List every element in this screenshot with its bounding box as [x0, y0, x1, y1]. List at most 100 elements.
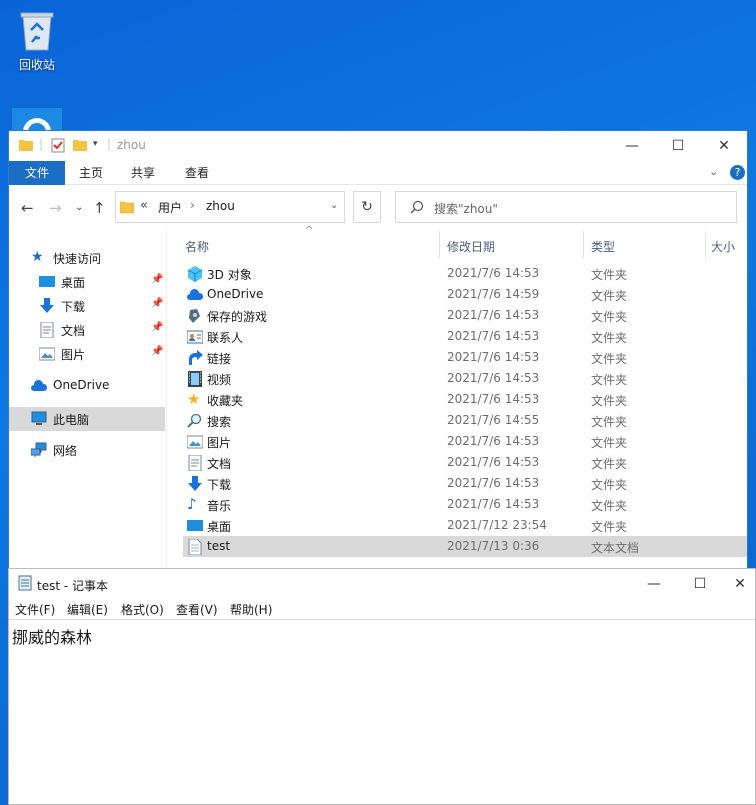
sidebar-item-network[interactable]: 网络	[9, 439, 165, 461]
file-date: 2021/7/6 14:53	[447, 497, 540, 511]
file-type: 文件夹	[591, 310, 628, 324]
file-type: 文件夹	[591, 478, 628, 492]
file-row[interactable]: 视频 2021/7/6 14:53 文件夹	[183, 368, 747, 389]
file-row[interactable]: 联系人 2021/7/6 14:53 文件夹	[183, 326, 747, 347]
file-name: 收藏夹	[207, 394, 244, 408]
sidebar-item-label: 文档	[61, 324, 86, 338]
sidebar-item-desktop[interactable]: 桌面 📌	[9, 271, 165, 293]
download-icon	[188, 476, 202, 491]
file-row[interactable]: 图片 2021/7/6 14:53 文件夹	[183, 431, 747, 452]
menu-file[interactable]: 文件(F)	[15, 601, 55, 618]
file-type: 文件夹	[591, 520, 628, 534]
file-row[interactable]: 下载 2021/7/6 14:53 文件夹	[183, 473, 747, 494]
file-date: 2021/7/6 14:53	[447, 266, 540, 280]
saved-games-icon	[189, 309, 200, 323]
tab-home[interactable]: 主页	[69, 161, 113, 185]
desktop-icon	[39, 276, 55, 287]
file-row[interactable]: 搜索 2021/7/6 14:55 文件夹	[183, 410, 747, 431]
download-icon	[40, 298, 54, 313]
address-overflow-chevron[interactable]: «	[140, 198, 148, 213]
file-date: 2021/7/6 14:53	[447, 476, 540, 490]
search-icon	[410, 200, 424, 214]
column-divider[interactable]	[439, 231, 440, 259]
file-row[interactable]: ★ 收藏夹 2021/7/6 14:53 文件夹	[183, 389, 747, 410]
menu-format[interactable]: 格式(O)	[121, 601, 164, 618]
expand-ribbon-icon[interactable]: ⌄	[709, 165, 718, 178]
column-header-size[interactable]: 大小	[711, 231, 747, 259]
refresh-button[interactable]: ↻	[353, 191, 381, 223]
computer-icon	[31, 411, 47, 425]
file-row[interactable]: 文档 2021/7/6 14:53 文件夹	[183, 452, 747, 473]
tab-view[interactable]: 查看	[175, 161, 219, 185]
back-arrow-icon[interactable]: ←	[21, 199, 34, 217]
file-date: 2021/7/6 14:55	[447, 413, 540, 427]
quick-access-dropdown-icon[interactable]: ▾	[93, 139, 98, 149]
column-divider[interactable]	[705, 231, 706, 259]
file-type: 文件夹	[591, 268, 628, 282]
file-name: test	[207, 539, 231, 553]
maximize-button[interactable]: ☐	[655, 131, 701, 161]
minimize-button[interactable]: —	[609, 131, 655, 161]
recycle-bin-icon	[20, 12, 54, 51]
sidebar-item-label: 网络	[53, 444, 78, 458]
notepad-maximize-button[interactable]: ☐	[677, 569, 723, 599]
address-bar[interactable]: « 用户 › zhou ⌄	[115, 191, 345, 223]
column-divider[interactable]	[583, 231, 584, 259]
menu-help[interactable]: 帮助(H)	[230, 601, 272, 618]
forward-arrow-icon[interactable]: →	[49, 199, 62, 217]
search-input[interactable]: 搜索"zhou"	[395, 191, 737, 223]
file-name: 下载	[207, 478, 232, 492]
address-dropdown-icon[interactable]: ⌄	[330, 200, 338, 211]
close-button[interactable]: ✕	[701, 131, 747, 161]
file-name: 文档	[207, 457, 232, 471]
notepad-minimize-button[interactable]: —	[631, 569, 677, 599]
recent-locations-icon[interactable]: ⌄	[75, 202, 83, 213]
up-arrow-icon[interactable]: ↑	[93, 199, 106, 217]
tab-share[interactable]: 共享	[121, 161, 165, 185]
picture-icon	[39, 347, 55, 361]
sidebar-item-quick-access[interactable]: ★ 快速访问	[9, 247, 165, 269]
cloud-icon	[31, 379, 47, 391]
picture-icon	[187, 435, 203, 449]
recycle-bin-desktop-icon[interactable]: 回收站	[5, 8, 69, 73]
sidebar-item-downloads[interactable]: 下载 📌	[9, 295, 165, 317]
column-header-date[interactable]: 修改日期	[447, 231, 583, 259]
pin-icon[interactable]: 📌	[151, 346, 163, 357]
menu-edit[interactable]: 编辑(E)	[67, 601, 108, 618]
file-row[interactable]: OneDrive 2021/7/6 14:59 文件夹	[183, 284, 747, 305]
file-row[interactable]: 链接 2021/7/6 14:53 文件夹	[183, 347, 747, 368]
file-row[interactable]: 保存的游戏 2021/7/6 14:53 文件夹	[183, 305, 747, 326]
help-icon[interactable]: ?	[730, 165, 745, 180]
file-row[interactable]: 桌面 2021/7/12 23:54 文件夹	[183, 515, 747, 536]
notepad-window: test - 记事本 — ☐ ✕ 文件(F) 编辑(E) 格式(O) 查看(V)…	[8, 568, 756, 805]
tab-file[interactable]: 文件	[9, 161, 65, 185]
properties-quick-icon[interactable]	[51, 138, 65, 153]
edge-desktop-icon[interactable]	[12, 108, 62, 132]
sidebar-item-pictures[interactable]: 图片 📌	[9, 343, 165, 365]
pin-icon[interactable]: 📌	[151, 322, 163, 333]
notepad-text-area[interactable]: 挪威的森林	[9, 619, 755, 805]
file-type: 文件夹	[591, 373, 628, 387]
new-folder-quick-icon[interactable]	[73, 138, 87, 152]
column-header-type[interactable]: 类型	[591, 231, 705, 259]
menu-view[interactable]: 查看(V)	[176, 601, 218, 618]
column-header-name[interactable]: 名称	[185, 231, 439, 259]
sidebar-item-documents[interactable]: 文档 📌	[9, 319, 165, 341]
file-type: 文件夹	[591, 457, 628, 471]
pin-icon[interactable]: 📌	[151, 274, 163, 285]
file-explorer-window: | ▾ | zhou — ☐ ✕ 文件 主页 共享 查看 ⌄ ? ← → ⌄ ↑…	[8, 130, 748, 570]
sidebar-item-onedrive[interactable]: OneDrive	[9, 375, 165, 397]
sidebar-item-this-pc[interactable]: 此电脑	[9, 407, 165, 431]
file-row[interactable]: test 2021/7/13 0:36 文本文档	[183, 536, 747, 557]
sidebar-item-label: 此电脑	[53, 413, 90, 427]
breadcrumb-zhou[interactable]: zhou	[206, 199, 235, 213]
breadcrumb-separator-icon[interactable]: ›	[190, 198, 195, 212]
file-row[interactable]: ♪ 音乐 2021/7/6 14:53 文件夹	[183, 494, 747, 515]
file-name: 3D 对象	[207, 268, 252, 282]
pin-icon[interactable]: 📌	[151, 298, 163, 309]
breadcrumb-users[interactable]: 用户	[158, 199, 182, 216]
title-divider: |	[39, 137, 44, 151]
link-icon	[189, 350, 203, 365]
notepad-close-button[interactable]: ✕	[723, 569, 756, 599]
file-row[interactable]: 3D 对象 2021/7/6 14:53 文件夹	[183, 263, 747, 284]
